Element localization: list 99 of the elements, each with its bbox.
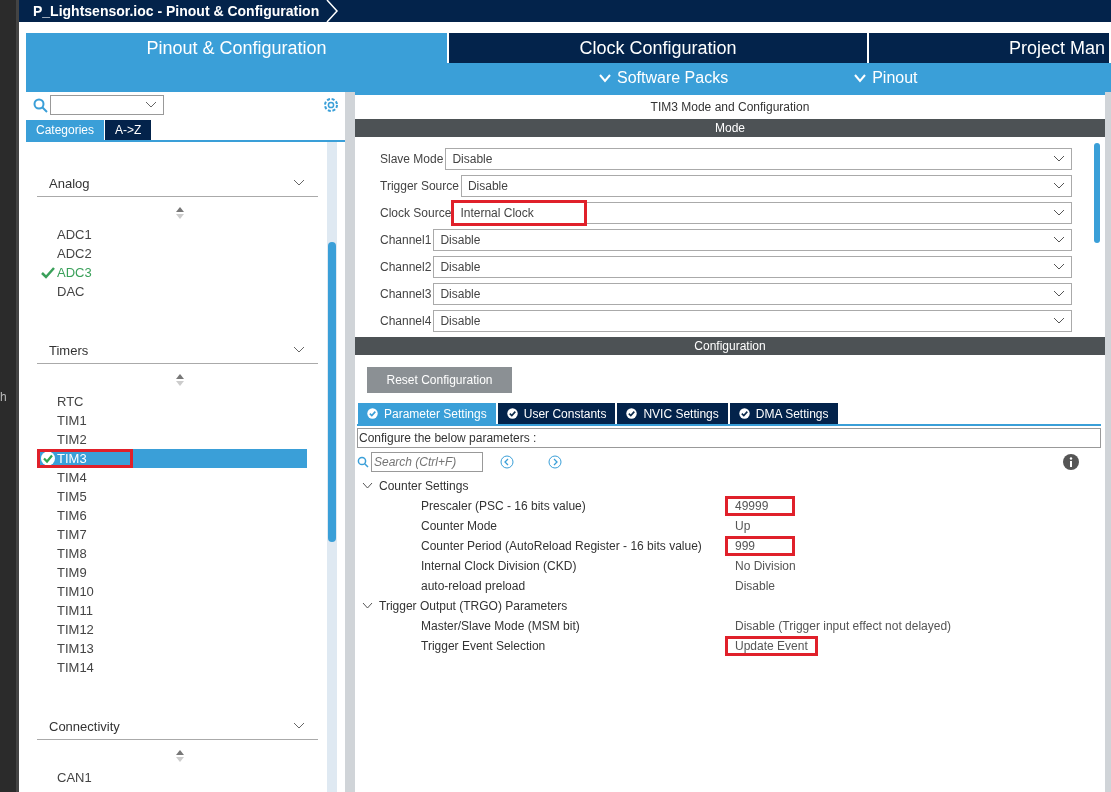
chevron-down-icon <box>599 72 611 83</box>
dropdown-field[interactable]: Disable <box>433 255 1072 278</box>
window-title: P_Lightsensor.ioc - Pinout & Configuration <box>33 3 320 19</box>
sort-icon[interactable] <box>176 374 184 386</box>
section-toggle[interactable]: Trigger Output (TRGO) Parameters <box>357 596 1101 616</box>
config-tab[interactable]: User Constants <box>497 403 616 424</box>
main-tab[interactable]: Clock Configuration <box>449 33 869 63</box>
chevron-down-icon <box>1053 289 1065 298</box>
field-label: Slave Mode <box>380 151 444 166</box>
chevron-down-icon <box>1053 262 1065 271</box>
peripheral-item[interactable]: TIM13 <box>37 639 307 658</box>
peripheral-item[interactable]: TIM4 <box>37 468 307 487</box>
parameter-value[interactable]: 999 <box>725 536 795 556</box>
chevron-down-icon <box>362 482 373 490</box>
parameter-value[interactable]: Update Event <box>725 636 818 656</box>
peripheral-item[interactable]: TIM1 <box>37 411 307 430</box>
check-circle-icon <box>39 451 57 466</box>
peripheral-item[interactable]: TIM12 <box>37 620 307 639</box>
parameter-label: Internal Clock Division (CKD) <box>420 559 578 573</box>
parameter-label: Counter Mode <box>420 519 499 533</box>
peripheral-item[interactable]: ADC2 <box>37 244 307 263</box>
check-circle-icon <box>367 408 378 419</box>
dropdown-field[interactable]: Disable <box>433 309 1072 332</box>
field-label: Trigger Source <box>380 178 459 193</box>
main-tab[interactable]: Project Man <box>869 33 1111 63</box>
parameter-value[interactable]: Disable <box>725 576 795 596</box>
check-circle-icon <box>738 408 750 419</box>
scrollbar-thumb[interactable] <box>1094 143 1100 243</box>
dropdown-field[interactable]: Internal Clock <box>453 201 1072 224</box>
dropdown-field[interactable]: Disable <box>460 174 1072 197</box>
strip-text: h <box>0 390 7 404</box>
chevron-down-icon <box>362 602 373 610</box>
category-header[interactable]: Analog <box>37 170 318 197</box>
dropdown-field[interactable]: Disable <box>433 282 1072 305</box>
check-circle-icon <box>506 408 518 419</box>
chevron-down-icon <box>854 72 867 83</box>
field-label: Clock Source <box>380 205 452 220</box>
parameter-label: Counter Period (AutoReload Register - 16 bits value) <box>420 539 703 553</box>
peripheral-item[interactable]: TIM6 <box>37 506 307 525</box>
search-combo[interactable] <box>50 95 164 115</box>
search-icon <box>33 97 48 113</box>
parameter-label: Master/Slave Mode (MSM bit) <box>420 619 581 633</box>
peripheral-item[interactable]: TIM10 <box>37 582 307 601</box>
config-tab[interactable]: NVIC Settings <box>617 403 728 424</box>
peripheral-item[interactable]: TIM5 <box>37 487 307 506</box>
peripheral-item[interactable]: TIM7 <box>37 525 307 544</box>
chevron-down-icon <box>1053 181 1065 190</box>
chevron-down-icon <box>293 722 305 730</box>
parameter-value[interactable]: 49999 <box>725 496 795 516</box>
chevron-down-icon <box>1053 208 1065 217</box>
peripheral-item[interactable]: TIM9 <box>37 563 307 582</box>
chevron-down-icon <box>293 346 305 354</box>
parameter-value[interactable]: No Division <box>725 556 806 576</box>
field-label: Channel3 <box>380 286 432 301</box>
chevron-down-icon <box>1053 316 1065 325</box>
peripheral-item[interactable]: RTC <box>37 392 307 411</box>
check-icon <box>39 266 57 279</box>
peripheral-item[interactable]: TIM14 <box>37 658 307 677</box>
category-header[interactable]: Timers <box>37 337 318 364</box>
peripheral-item[interactable]: TIM11 <box>37 601 307 620</box>
parameter-label: Prescaler (PSC - 16 bits value) <box>420 499 587 513</box>
settings-icon[interactable] <box>322 96 340 114</box>
sort-icon[interactable] <box>176 750 184 762</box>
parameter-label: Trigger Event Selection <box>420 639 547 653</box>
panel-title: TIM3 Mode and Configuration <box>649 99 811 116</box>
section-header: Mode <box>355 119 1105 137</box>
peripheral-item[interactable]: DAC <box>37 282 307 301</box>
dropdown-field[interactable]: Disable <box>445 147 1072 170</box>
sort-icon[interactable] <box>176 207 184 219</box>
info-icon[interactable] <box>1063 454 1079 470</box>
next-icon[interactable] <box>548 455 562 469</box>
chevron-down-icon <box>293 179 305 187</box>
parameter-value[interactable]: Disable (Trigger input effect not delayed) <box>725 616 962 636</box>
peripheral-item[interactable]: TIM2 <box>37 430 307 449</box>
parameter-value[interactable]: Up <box>725 516 795 536</box>
section-toggle[interactable]: Counter Settings <box>357 476 1101 496</box>
previous-icon[interactable] <box>500 455 514 469</box>
hint-text: Configure the below parameters : <box>357 428 1101 448</box>
field-label: Channel1 <box>380 232 432 247</box>
peripheral-item[interactable]: ADC1 <box>37 225 307 244</box>
section-header: Configuration <box>355 337 1105 355</box>
sidebar-tab[interactable]: A->Z <box>105 120 152 140</box>
chevron-down-icon <box>1053 235 1065 244</box>
field-label: Channel4 <box>380 313 432 328</box>
peripheral-item[interactable]: TIM8 <box>37 544 307 563</box>
highlight-frame <box>725 496 795 516</box>
chevron-down-icon <box>145 101 157 109</box>
peripheral-item[interactable]: CAN1 <box>37 768 307 787</box>
config-tab[interactable]: DMA Settings <box>729 403 838 424</box>
highlight-frame <box>725 536 795 556</box>
search-field[interactable]: Search (Ctrl+F) <box>371 452 483 472</box>
check-circle-icon <box>626 408 638 419</box>
parameter-label: auto-reload preload <box>420 579 527 593</box>
chevron-down-icon <box>1053 154 1065 163</box>
dropdown-field[interactable]: Disable <box>433 228 1072 251</box>
search-icon <box>357 456 369 468</box>
category-header[interactable]: Connectivity <box>37 713 318 740</box>
field-label: Channel2 <box>380 259 432 274</box>
scrollbar-thumb[interactable] <box>328 242 336 542</box>
